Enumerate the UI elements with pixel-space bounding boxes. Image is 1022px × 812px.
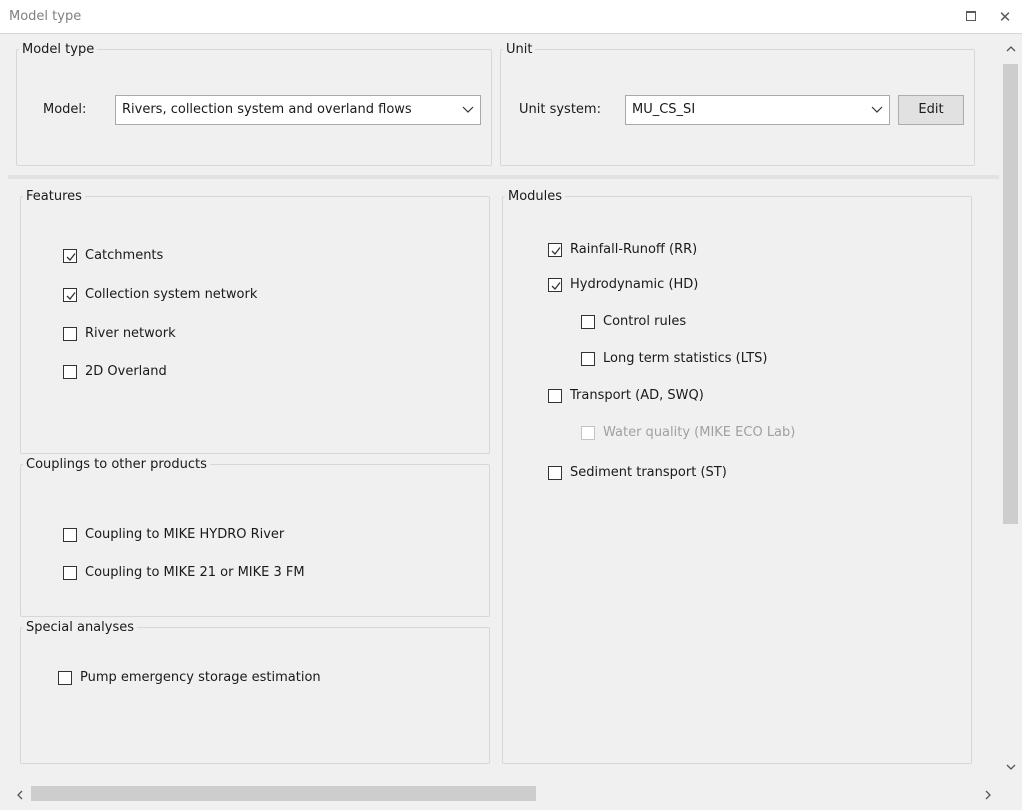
model-select-value: Rivers, collection system and overland f… [122,102,412,117]
unit-system-select[interactable]: MU_CS_SI [625,95,890,125]
close-icon: ✕ [998,8,1012,26]
checkbox-label: Hydrodynamic (HD) [570,277,699,292]
scroll-down-button[interactable] [999,760,1022,780]
maximize-button[interactable] [961,8,981,26]
checkbox-box [548,243,562,257]
scrollbar-corner [999,782,1022,805]
checkbox-box [63,249,77,263]
horizontal-scrollbar[interactable] [8,782,999,805]
title-bar: Model type ✕ [0,0,1022,34]
scroll-right-button[interactable] [978,789,998,812]
checkbox-box [548,466,562,480]
checkbox-box [581,352,595,366]
content-panel: Model type Model: Rivers, collection sys… [8,34,999,782]
unit-legend: Unit [506,42,533,57]
checkbox-box [63,327,77,341]
vertical-scrollbar[interactable] [999,34,1022,782]
window-title: Model type [9,9,82,24]
checkbox-label: Sediment transport (ST) [570,465,727,480]
checkmark-icon [66,292,76,300]
checkbox-label: Pump emergency storage estimation [80,670,321,685]
checkbox-box [63,566,77,580]
model-label: Model: [43,102,87,117]
checkbox-box [581,315,595,329]
couplings-group: Couplings to other products Coupling to … [20,457,490,617]
chevron-left-icon [17,790,23,800]
checkbox-box [63,365,77,379]
checkbox-label: Rainfall-Runoff (RR) [570,242,698,257]
checkbox-box [63,288,77,302]
chevron-down-icon [871,106,883,113]
checkmark-icon [66,253,76,261]
splitter[interactable] [8,175,999,179]
modules-group: Modules Rainfall-Runoff (RR) Hydrodynami… [502,189,972,764]
edit-button[interactable]: Edit [898,95,964,125]
modules-legend: Modules [508,189,563,204]
unit-group: Unit Unit system: MU_CS_SI Edit [500,42,975,166]
checkbox-label: River network [85,326,176,341]
horizontal-scroll-thumb[interactable] [31,786,536,801]
checkbox-label: 2D Overland [85,364,167,379]
special-analyses-group: Special analyses Pump emergency storage … [20,620,490,764]
chevron-right-icon [985,790,991,800]
checkbox-label: Long term statistics (LTS) [603,351,768,366]
checkbox-label: Catchments [85,248,164,263]
checkbox-box [548,278,562,292]
checkbox-label: Water quality (MIKE ECO Lab) [603,425,796,440]
checkbox-label: Coupling to MIKE HYDRO River [85,527,285,542]
unit-system-label: Unit system: [519,102,601,117]
features-group: Features Catchments Collection system ne… [20,189,490,454]
checkbox-label: Collection system network [85,287,258,302]
special-analyses-legend: Special analyses [26,620,134,635]
checkbox-label: Control rules [603,314,687,329]
checkbox-box [63,528,77,542]
model-type-group: Model type Model: Rivers, collection sys… [16,42,492,166]
checkbox-label: Coupling to MIKE 21 or MIKE 3 FM [85,565,305,580]
couplings-legend: Couplings to other products [26,457,207,472]
unit-system-value: MU_CS_SI [632,102,696,117]
checkmark-icon [551,282,561,290]
model-type-legend: Model type [22,42,95,57]
chevron-down-icon [462,106,474,113]
model-type-window: Model type ✕ Model type Model: Rivers, c… [0,0,1022,810]
chevron-up-icon [1006,46,1015,52]
checkmark-icon [551,247,561,255]
scroll-left-button[interactable] [10,789,30,812]
checkbox-label: Transport (AD, SWQ) [570,388,704,403]
checkbox-box [548,389,562,403]
model-select[interactable]: Rivers, collection system and overland f… [115,95,481,125]
maximize-icon [966,11,976,21]
close-button[interactable]: ✕ [995,8,1015,26]
checkbox-box [581,426,595,440]
chevron-down-icon [1006,764,1015,770]
vertical-scroll-thumb[interactable] [1003,64,1018,524]
checkbox-box [58,671,72,685]
scroll-up-button[interactable] [999,42,1022,62]
features-legend: Features [26,189,82,204]
